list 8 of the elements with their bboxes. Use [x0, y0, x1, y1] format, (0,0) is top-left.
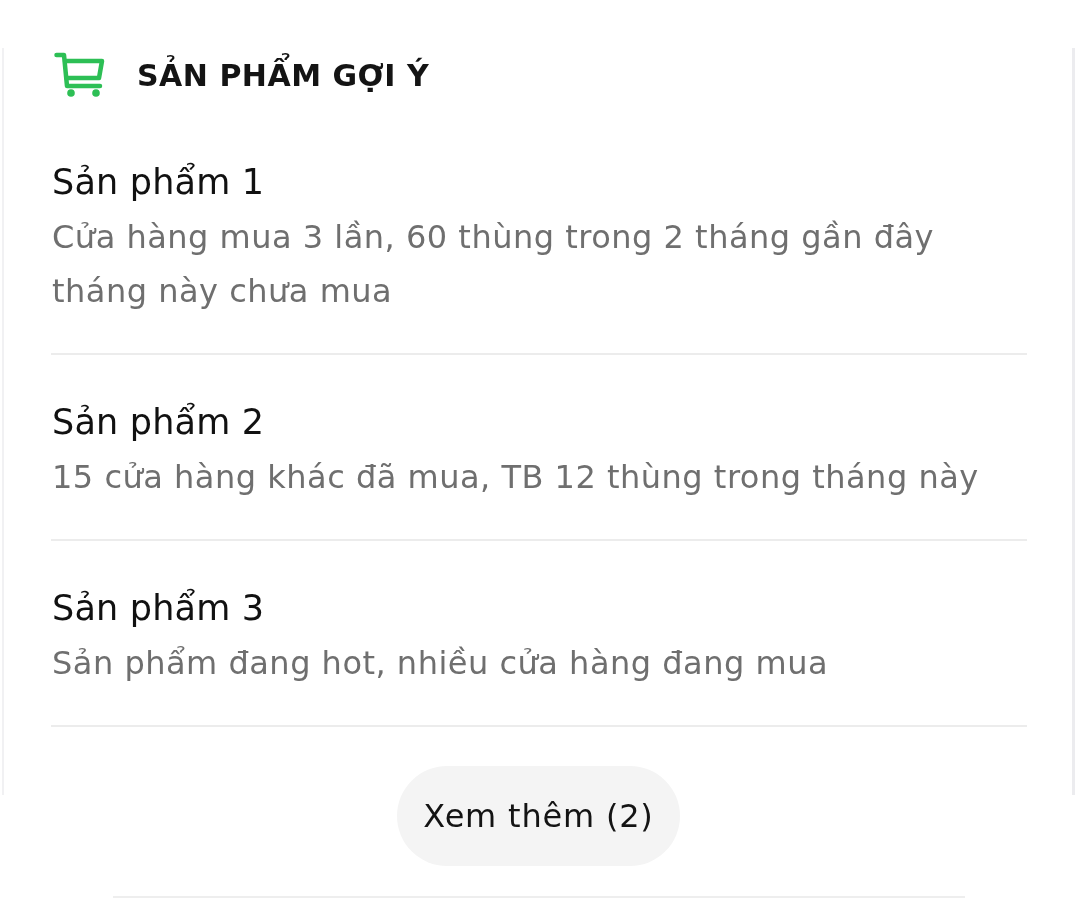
- product-description: Cửa hàng mua 3 lần, 60 thùng trong 2 tháng gần đây tháng này chưa mua: [52, 217, 936, 312]
- product-name: Sản phẩm 3: [52, 587, 266, 630]
- product-description: Sản phẩm đang hot, nhiều cửa hàng đang mua: [52, 643, 829, 684]
- shopping-cart-icon: [54, 52, 106, 98]
- product-description: 15 cửa hàng khác đã mua, TB 12 thùng trong tháng này: [52, 457, 980, 498]
- product-name: Sản phẩm 1: [52, 161, 266, 204]
- see-more-button[interactable]: Xem thêm (2): [397, 766, 680, 866]
- product-name: Sản phẩm 2: [52, 401, 266, 444]
